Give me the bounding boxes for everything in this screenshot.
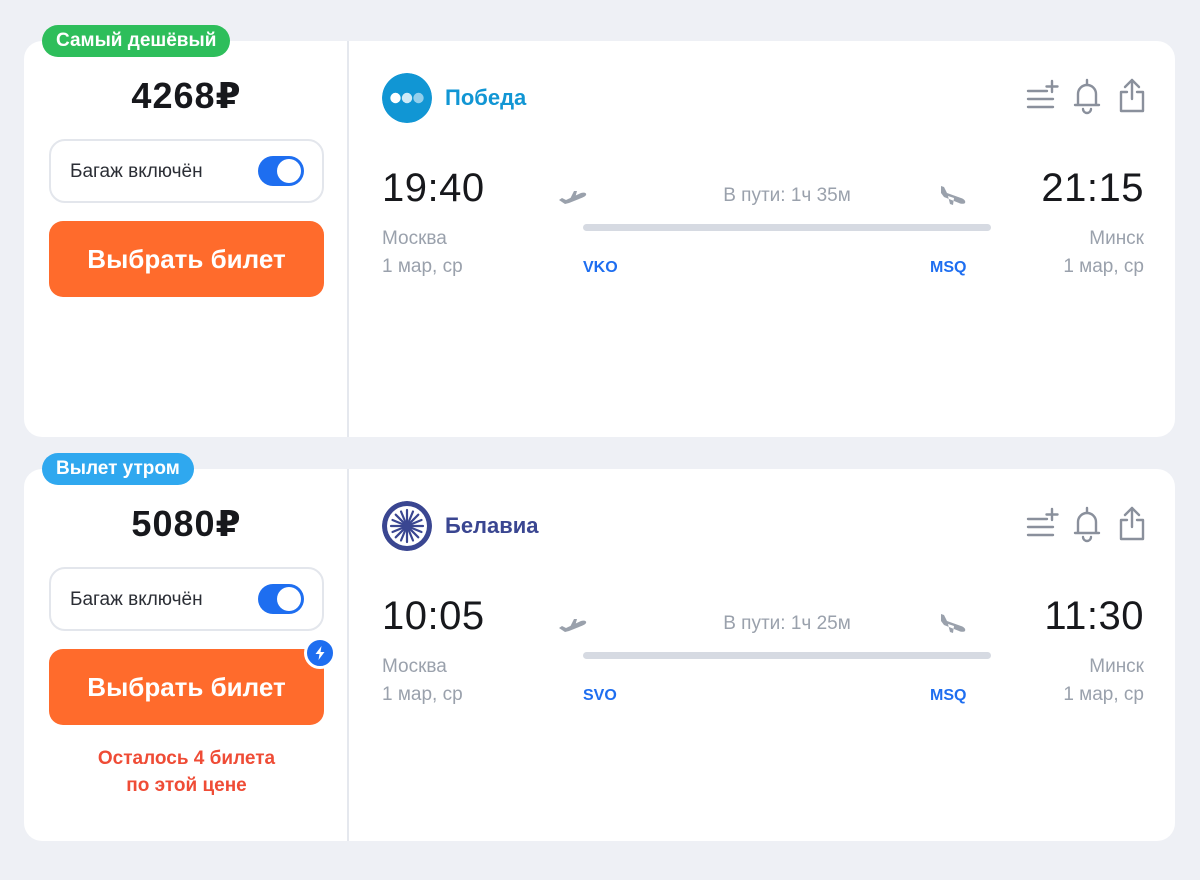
- card-actions: [1025, 77, 1145, 115]
- ticket-card[interactable]: Вылет утром 5080₽ Багаж включён Выбрать …: [24, 453, 1175, 841]
- airline-name: Победа: [445, 85, 527, 110]
- cheapest-badge: Самый дешёвый: [42, 25, 231, 57]
- ticket-card[interactable]: Самый дешёвый 4268₽ Багаж включён Выбрат…: [24, 25, 1175, 437]
- departure-city: Москва: [382, 228, 447, 249]
- departure-time: 19:40: [382, 166, 485, 210]
- baggage-label: Багаж включён: [70, 161, 203, 182]
- arrival-date: 1 мар, ср: [1063, 256, 1144, 277]
- baggage-option[interactable]: Багаж включён: [49, 567, 324, 631]
- arrival-airport-code[interactable]: MSQ: [930, 687, 966, 705]
- flight-duration: В пути: 1ч 25м: [723, 613, 851, 634]
- baggage-toggle[interactable]: [258, 584, 304, 614]
- select-ticket-label: Выбрать билет: [87, 672, 286, 702]
- arrival-time: 11:30: [1044, 594, 1144, 638]
- warning-line: по этой цене: [126, 775, 247, 796]
- ticket-price: 4268₽: [131, 75, 242, 116]
- route-line: [583, 652, 991, 659]
- arrival-airport-code[interactable]: MSQ: [930, 259, 966, 277]
- departure-airport-code[interactable]: VKO: [583, 259, 618, 277]
- departure-time: 10:05: [382, 594, 485, 638]
- arrival-city: Минск: [1089, 656, 1144, 677]
- departure-airport-code[interactable]: SVO: [583, 687, 617, 705]
- baggage-label: Багаж включён: [70, 589, 203, 610]
- morning-departure-badge: Вылет утром: [42, 453, 194, 485]
- bell-icon[interactable]: [1070, 77, 1104, 115]
- select-ticket-button[interactable]: Выбрать билет: [49, 221, 324, 297]
- departure-date: 1 мар, ср: [382, 256, 463, 277]
- arrival-city: Минск: [1089, 228, 1144, 249]
- share-icon[interactable]: [1115, 505, 1149, 543]
- add-to-list-icon[interactable]: [1025, 505, 1059, 543]
- flight-details: Белавиа 10:05 Москва 1 мар, ср В пути: 1…: [349, 469, 1175, 841]
- route-line: [583, 224, 991, 231]
- flight-duration: В пути: 1ч 35м: [723, 185, 851, 206]
- pobeda-logo: [382, 73, 432, 123]
- add-to-list-icon[interactable]: [1025, 77, 1059, 115]
- bell-icon[interactable]: [1070, 505, 1104, 543]
- landing-plane-icon: [941, 614, 966, 633]
- card-actions: [1025, 505, 1145, 543]
- warning-line: Осталось 4 билета: [97, 748, 276, 769]
- belavia-logo: [382, 501, 432, 551]
- price-panel: Самый дешёвый 4268₽ Багаж включён Выбрат…: [24, 25, 349, 437]
- departure-date: 1 мар, ср: [382, 684, 463, 705]
- arrival-date: 1 мар, ср: [1063, 684, 1144, 705]
- lightning-icon: [304, 637, 336, 669]
- flight-details: Победа 19:40 Москва 1 мар, ср В пути: 1ч…: [349, 41, 1175, 437]
- tickets-left-warning: Осталось 4 билета по этой цене: [24, 745, 349, 799]
- price-panel: Вылет утром 5080₽ Багаж включён Выбрать …: [24, 453, 349, 841]
- baggage-option[interactable]: Багаж включён: [49, 139, 324, 203]
- toggle-knob: [277, 159, 301, 183]
- share-icon[interactable]: [1115, 77, 1149, 115]
- ticket-price: 5080₽: [131, 503, 242, 544]
- select-ticket-button[interactable]: Выбрать билет: [49, 637, 336, 725]
- baggage-toggle[interactable]: [258, 156, 304, 186]
- toggle-knob: [277, 587, 301, 611]
- arrival-time: 21:15: [1041, 166, 1144, 210]
- airline-name: Белавиа: [445, 513, 539, 538]
- landing-plane-icon: [941, 186, 966, 205]
- departure-city: Москва: [382, 656, 447, 677]
